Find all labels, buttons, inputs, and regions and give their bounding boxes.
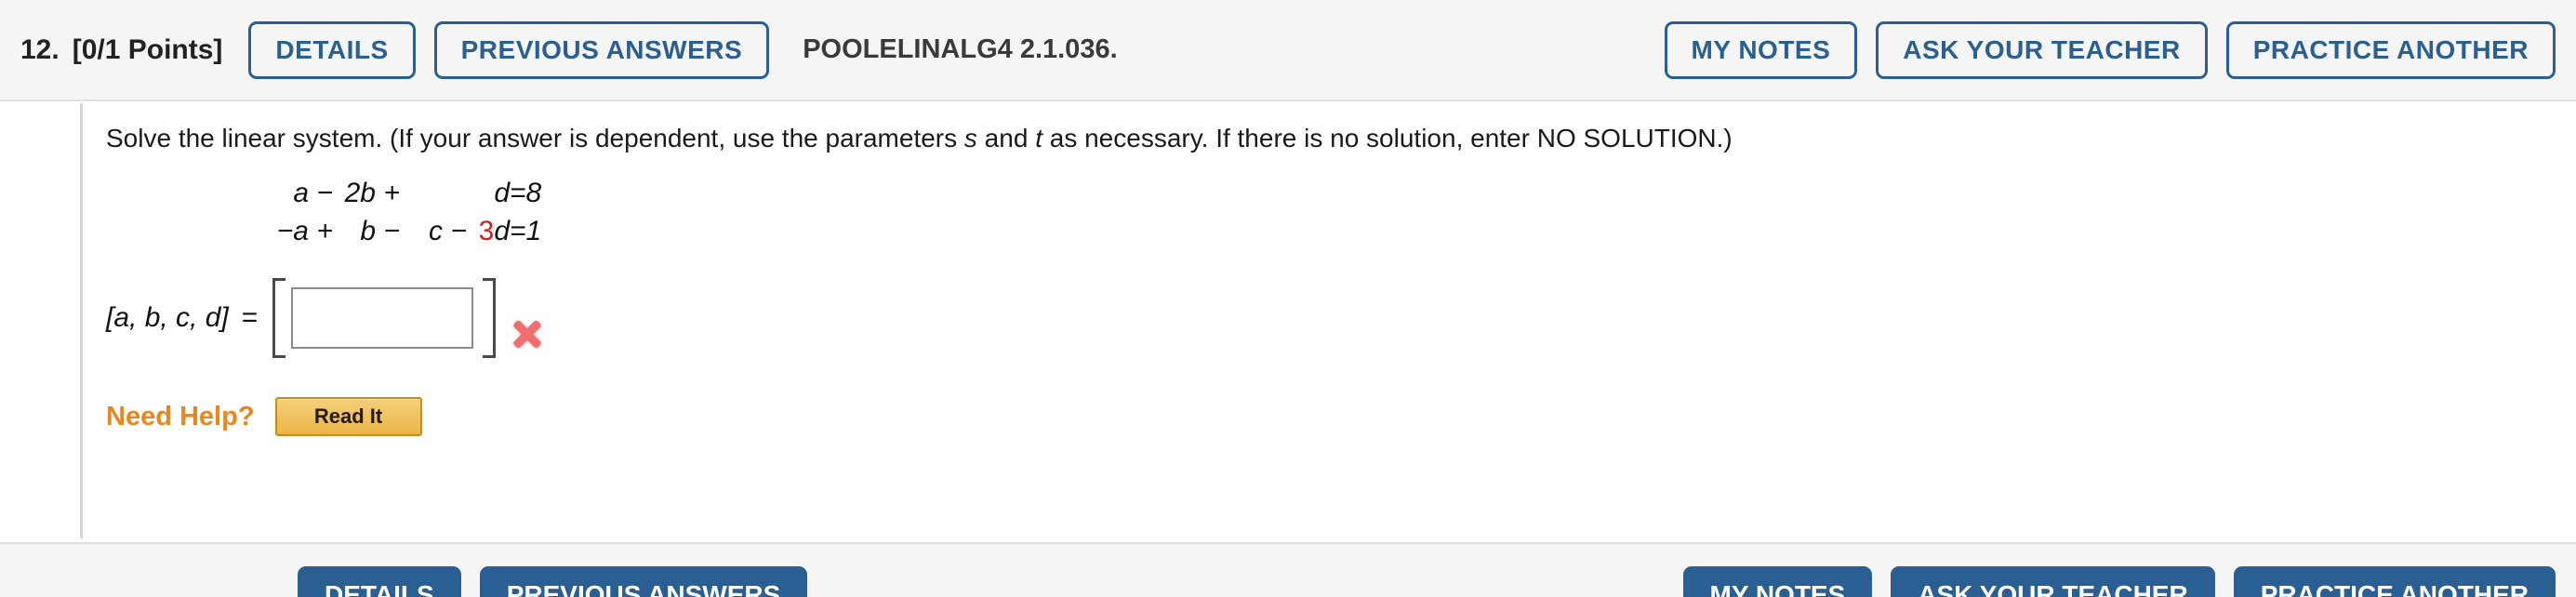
eq2-term2: b <box>360 215 376 246</box>
eq2-op3: − <box>450 215 467 246</box>
need-help-row: Need Help? Read It <box>106 397 2524 436</box>
eq1-term1: a <box>293 178 309 208</box>
eq2-term4: 3d <box>467 213 510 251</box>
eq1-term4-var: d <box>494 178 510 208</box>
prompt-text-2: and <box>976 124 1036 153</box>
eq1-term2: 2b <box>344 178 376 208</box>
equation-row-1: a − 2b + d = 8 <box>266 175 541 213</box>
eq1-term4: d <box>467 175 510 213</box>
eq2-rhs: 1 <box>525 215 542 246</box>
eq1-op3 <box>443 175 467 213</box>
question-panel: 12. [0/1 Points] DETAILS PREVIOUS ANSWER… <box>0 0 2576 597</box>
header-actions: MY NOTES ASK YOUR TEACHER PRACTICE ANOTH… <box>1664 20 2556 79</box>
details-button[interactable]: DETAILS <box>248 20 416 79</box>
eq2-op2: − <box>383 215 400 246</box>
eq2-term3: c <box>429 215 443 246</box>
next-previous-answers-button[interactable]: PREVIOUS ANSWERS <box>479 566 808 597</box>
question-content: Solve the linear system. (If your answer… <box>106 101 2524 436</box>
answer-bracket-group <box>272 278 497 358</box>
eq2-term4-coeff: 3 <box>478 215 495 246</box>
prompt-text-1: Solve the linear system. (If your answer… <box>106 124 964 153</box>
answer-equals-sign: = <box>241 302 259 333</box>
my-notes-button[interactable]: MY NOTES <box>1664 20 1858 79</box>
next-question-header-peek: DETAILS PREVIOUS ANSWERS MY NOTES ASK YO… <box>0 542 2576 597</box>
problem-prompt: Solve the linear system. (If your answer… <box>106 122 2524 154</box>
vertical-divider <box>80 103 83 538</box>
answer-vector-label: [a, b, c, d] <box>106 302 229 333</box>
eq1-op1: − <box>316 178 333 208</box>
eq1-op2: + <box>383 178 400 208</box>
ask-your-teacher-button[interactable]: ASK YOUR TEACHER <box>1876 20 2208 79</box>
parameter-t: t <box>1035 124 1042 153</box>
question-code: POOLELINALG4 2.1.036. <box>803 34 1118 64</box>
equation-table: a − 2b + d = 8 −a + b − c − 3d = 1 <box>266 175 541 250</box>
question-points: [0/1 Points] <box>72 33 223 65</box>
eq1-term3 <box>400 175 443 213</box>
eq2-term1: −a <box>276 215 309 246</box>
prompt-text-3: as necessary. If there is no solution, e… <box>1042 124 1733 153</box>
question-number-block: 12. [0/1 Points] <box>20 34 222 66</box>
practice-another-button[interactable]: PRACTICE ANOTHER <box>2225 20 2556 79</box>
eq1-equals: = <box>510 178 526 208</box>
next-question-inner: DETAILS PREVIOUS ANSWERS MY NOTES ASK YO… <box>0 544 2576 597</box>
equation-row-2: −a + b − c − 3d = 1 <box>266 213 541 251</box>
question-header: 12. [0/1 Points] DETAILS PREVIOUS ANSWER… <box>0 0 2576 101</box>
eq2-term4-var: d <box>494 215 510 246</box>
need-help-label: Need Help? <box>106 401 255 431</box>
right-bracket <box>483 278 497 358</box>
left-bracket <box>272 278 286 358</box>
answer-row: [a, b, c, d] = <box>106 278 2524 358</box>
incorrect-x-icon <box>509 315 546 352</box>
next-ask-your-teacher-button[interactable]: ASK YOUR TEACHER <box>1891 566 2215 597</box>
parameter-s: s <box>963 124 977 153</box>
next-question-actions: MY NOTES ASK YOUR TEACHER PRACTICE ANOTH… <box>1682 544 2556 597</box>
previous-answers-button[interactable]: PREVIOUS ANSWERS <box>433 20 770 79</box>
eq2-equals: = <box>510 215 526 246</box>
answer-input[interactable] <box>291 287 474 349</box>
linear-system: a − 2b + d = 8 −a + b − c − 3d = 1 <box>266 175 2524 250</box>
next-details-button[interactable]: DETAILS <box>298 566 461 597</box>
question-body: Solve the linear system. (If your answer… <box>0 101 2576 597</box>
next-my-notes-button[interactable]: MY NOTES <box>1682 566 1873 597</box>
question-number: 12. <box>20 33 60 65</box>
eq2-op1: + <box>316 215 333 246</box>
next-practice-another-button[interactable]: PRACTICE ANOTHER <box>2233 566 2556 597</box>
eq1-rhs: 8 <box>525 178 542 208</box>
read-it-button[interactable]: Read It <box>274 397 422 436</box>
